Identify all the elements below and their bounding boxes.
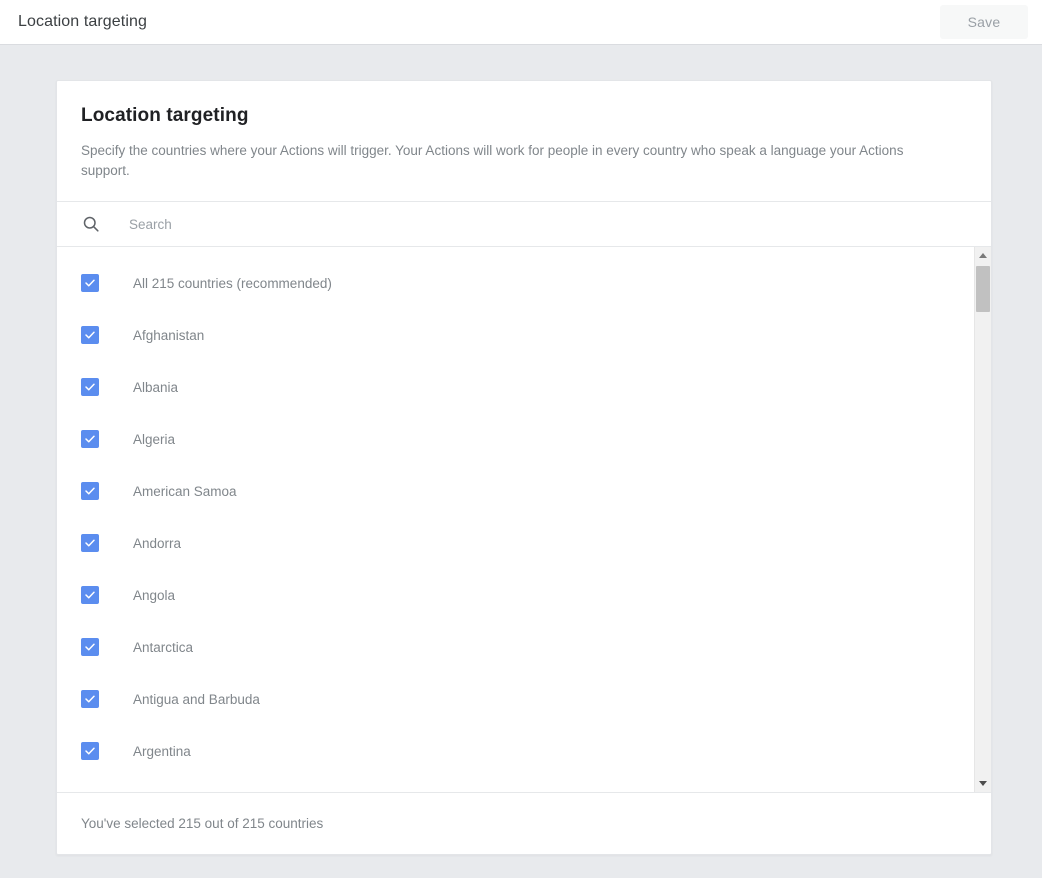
scroll-down-arrow-icon[interactable] (975, 775, 991, 792)
country-list-item[interactable]: Andorra (57, 517, 973, 569)
country-list-item[interactable]: Argentina (57, 725, 973, 777)
search-input[interactable] (127, 216, 991, 233)
card-title: Location targeting (81, 105, 967, 127)
country-list-item[interactable]: Albania (57, 361, 973, 413)
checkbox-checked-icon[interactable] (81, 742, 99, 760)
checkbox-checked-icon[interactable] (81, 430, 99, 448)
selection-status: You've selected 215 out of 215 countries (81, 816, 323, 831)
checkbox-checked-icon[interactable] (81, 378, 99, 396)
country-label: Antarctica (133, 640, 193, 655)
search-row[interactable] (57, 201, 991, 247)
checkbox-checked-icon[interactable] (81, 326, 99, 344)
checkbox-checked-icon[interactable] (81, 534, 99, 552)
country-label: All 215 countries (recommended) (133, 276, 332, 291)
location-targeting-card: Location targeting Specify the countries… (56, 80, 992, 855)
country-list-item[interactable]: Afghanistan (57, 309, 973, 361)
country-list-item[interactable]: Antigua and Barbuda (57, 673, 973, 725)
country-label: Argentina (133, 744, 191, 759)
country-label: Afghanistan (133, 328, 204, 343)
country-label: Albania (133, 380, 178, 395)
card-footer: You've selected 215 out of 215 countries (57, 792, 991, 854)
card-header: Location targeting Specify the countries… (57, 81, 991, 201)
country-label: Antigua and Barbuda (133, 692, 260, 707)
country-list-scrollbar[interactable] (974, 247, 991, 792)
country-list[interactable]: All 215 countries (recommended) Afghanist… (57, 247, 973, 792)
country-list-item[interactable]: All 215 countries (recommended) (57, 257, 973, 309)
top-app-bar: Location targeting Save (0, 0, 1042, 45)
country-label: American Samoa (133, 484, 237, 499)
checkbox-checked-icon[interactable] (81, 586, 99, 604)
country-list-container: All 215 countries (recommended) Afghanist… (57, 247, 991, 792)
country-label: Angola (133, 588, 175, 603)
country-list-item[interactable]: Algeria (57, 413, 973, 465)
country-list-item[interactable]: Antarctica (57, 621, 973, 673)
save-button[interactable]: Save (940, 5, 1028, 39)
country-list-item[interactable]: American Samoa (57, 465, 973, 517)
country-list-item[interactable] (57, 777, 973, 792)
checkbox-checked-icon[interactable] (81, 690, 99, 708)
country-list-item[interactable]: Angola (57, 569, 973, 621)
checkbox-checked-icon[interactable] (81, 638, 99, 656)
country-label: Algeria (133, 432, 175, 447)
search-icon (81, 214, 101, 234)
card-description: Specify the countries where your Actions… (81, 141, 951, 181)
checkbox-checked-icon[interactable] (81, 274, 99, 292)
scroll-up-arrow-icon[interactable] (975, 247, 991, 264)
checkbox-checked-icon[interactable] (81, 482, 99, 500)
country-label: Andorra (133, 536, 181, 551)
scrollbar-thumb[interactable] (976, 266, 990, 312)
page-title: Location targeting (0, 13, 147, 31)
